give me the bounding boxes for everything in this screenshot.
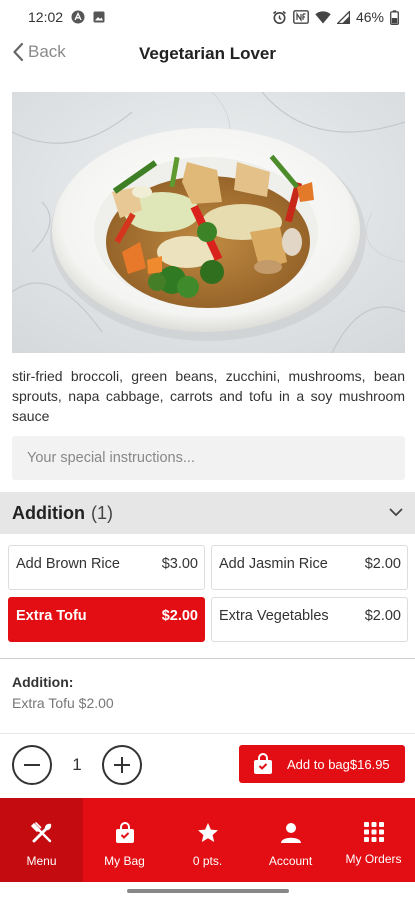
quantity-value: 1: [72, 755, 82, 774]
back-button[interactable]: Back: [12, 42, 66, 62]
bag-icon: [115, 822, 135, 844]
tab-points[interactable]: 0 pts.: [166, 798, 249, 882]
divider: [0, 733, 415, 734]
addition-options: Add Brown Rice $3.00 Add Jasmin Rice $2.…: [8, 545, 408, 642]
nfc-icon: [293, 10, 309, 24]
option-price: $3.00: [161, 556, 198, 572]
wifi-icon: [315, 10, 331, 24]
option-name: Add Jasmin Rice: [219, 556, 328, 572]
option-extra-vegetables[interactable]: Extra Vegetables $2.00: [211, 597, 408, 642]
signal-icon: [336, 10, 350, 24]
header: Back Vegetarian Lover: [0, 34, 415, 74]
tab-label: 0 pts.: [192, 854, 223, 868]
dish-photo: [12, 92, 405, 353]
minus-icon: [24, 764, 40, 766]
star-icon: [197, 822, 219, 844]
plus-icon: [114, 757, 130, 773]
image-notification-icon: [93, 11, 105, 23]
chevron-down-icon: [389, 504, 403, 522]
option-price: $2.00: [364, 608, 401, 624]
increase-quantity-button[interactable]: [102, 745, 142, 785]
option-name: Extra Vegetables: [219, 608, 329, 624]
option-add-jasmin-rice[interactable]: Add Jasmin Rice $2.00: [211, 545, 408, 590]
bag-icon: [253, 753, 273, 775]
status-time: 12:02: [28, 9, 64, 25]
app-notification-icon: [71, 10, 85, 24]
bottom-tab-bar: Menu My Bag 0 pts. Account My Orders: [0, 798, 415, 882]
add-to-bag-label: Add to bag$16.95: [287, 756, 390, 772]
grid-icon: [363, 822, 384, 842]
option-name: Extra Tofu: [16, 608, 87, 624]
add-to-bag-button[interactable]: Add to bag$16.95: [239, 745, 405, 783]
back-label: Back: [28, 42, 66, 61]
option-price: $2.00: [161, 608, 198, 624]
person-icon: [280, 822, 302, 844]
special-instructions-input[interactable]: [12, 436, 405, 480]
dish-description: stir-fried broccoli, green beans, zucchi…: [12, 368, 405, 424]
decrease-quantity-button[interactable]: [12, 745, 52, 785]
section-count: (1): [90, 502, 113, 523]
home-indicator[interactable]: [127, 889, 289, 893]
tab-label: My Orders: [345, 852, 402, 866]
section-title: Addition: [12, 502, 85, 523]
tab-my-orders[interactable]: My Orders: [332, 798, 415, 882]
option-price: $2.00: [364, 556, 401, 572]
option-name: Add Brown Rice: [16, 556, 120, 572]
selection-summary-value: Extra Tofu $2.00: [12, 695, 114, 711]
status-bar: 12:02 46%: [0, 0, 415, 34]
option-extra-tofu[interactable]: Extra Tofu $2.00: [8, 597, 205, 642]
chevron-left-icon: [12, 42, 24, 62]
addition-section-header[interactable]: Addition (1): [0, 492, 415, 534]
tab-menu[interactable]: Menu: [0, 798, 83, 882]
tab-account[interactable]: Account: [249, 798, 332, 882]
tab-label: Account: [268, 854, 313, 868]
fork-knife-icon: [30, 822, 53, 844]
battery-icon: [390, 9, 399, 25]
alarm-icon: [272, 10, 287, 25]
option-add-brown-rice[interactable]: Add Brown Rice $3.00: [8, 545, 205, 590]
quantity-stepper: 1: [12, 745, 142, 785]
selection-summary-label: Addition:: [12, 674, 74, 690]
battery-percent: 46%: [355, 9, 384, 25]
divider: [0, 658, 415, 659]
tab-my-bag[interactable]: My Bag: [83, 798, 166, 882]
tab-label: My Bag: [104, 854, 145, 868]
tab-label: Menu: [26, 854, 57, 868]
